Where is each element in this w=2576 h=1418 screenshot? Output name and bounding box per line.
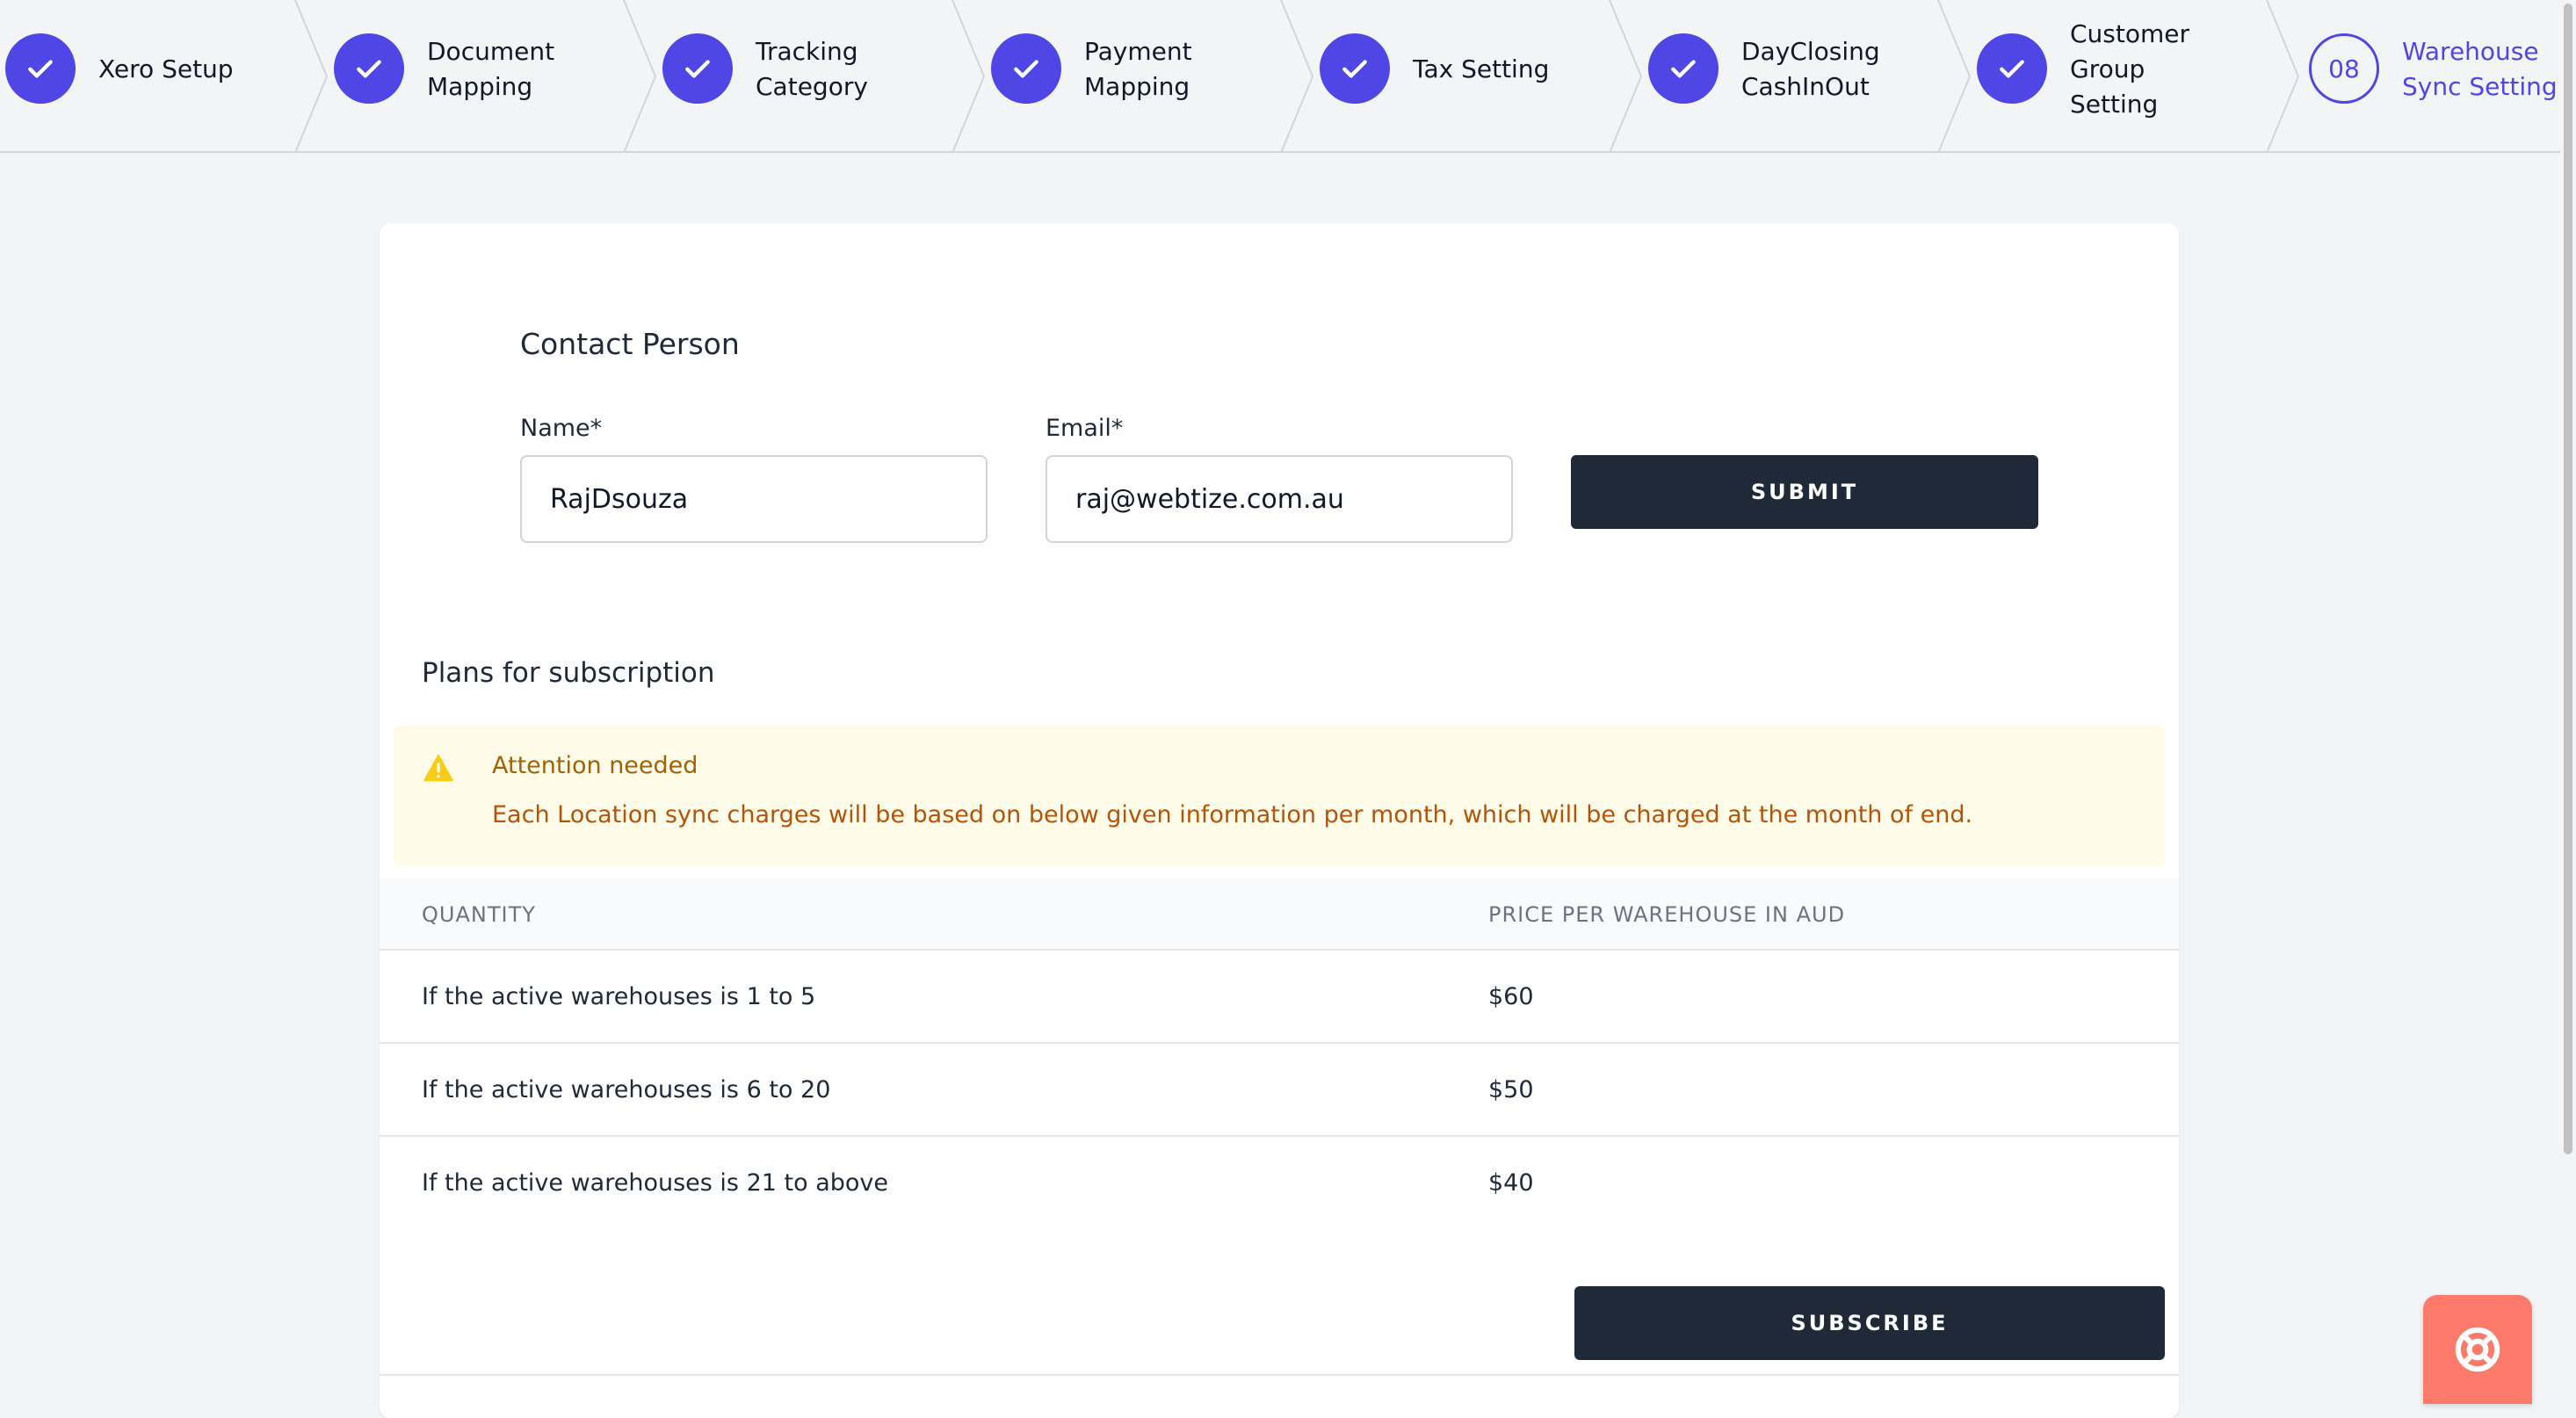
divider — [380, 1374, 2179, 1376]
name-label: Name* — [520, 415, 603, 442]
step-separator — [2266, 0, 2300, 153]
alert-message: Each Location sync charges will be based… — [492, 801, 1973, 828]
quantity-cell: If the active warehouses is 21 to above — [422, 1169, 888, 1197]
step-dayclosing-cashinout[interactable]: DayClosing CashInOut — [1643, 0, 1972, 153]
submit-button[interactable]: SUBMIT — [1571, 455, 2038, 529]
lifebuoy-icon — [2455, 1327, 2500, 1372]
price-cell: $40 — [1488, 1169, 1534, 1197]
email-input[interactable] — [1046, 455, 1513, 543]
alert-title: Attention needed — [492, 752, 698, 779]
scrollbar-thumb[interactable] — [2564, 4, 2572, 1154]
step-label: Xero Setup — [98, 54, 234, 83]
step-label: Tax Setting — [1413, 54, 1550, 83]
price-cell: $50 — [1488, 1076, 1534, 1103]
step-label: Payment Mapping — [1084, 37, 1192, 101]
contact-section-title: Contact Person — [520, 327, 740, 361]
step-separator — [1280, 0, 1314, 153]
progress-stepper: Xero Setup Document Mapping Tracking Cat… — [0, 0, 2576, 153]
header-quantity: QUANTITY — [422, 902, 536, 927]
step-tracking-category[interactable]: Tracking Category — [657, 0, 986, 153]
quantity-cell: If the active warehouses is 1 to 5 — [422, 983, 816, 1010]
step-separator — [1609, 0, 1643, 153]
check-icon — [1648, 33, 1719, 104]
plans-section-title: Plans for subscription — [422, 657, 715, 689]
subscribe-button[interactable]: SUBSCRIBE — [1574, 1286, 2165, 1360]
step-warehouse-sync-setting[interactable]: 08 Warehouse Sync Setting — [2304, 0, 2560, 151]
step-separator — [1937, 0, 1972, 153]
check-icon — [1977, 33, 2047, 104]
step-label: Warehouse Sync Setting — [2402, 37, 2558, 101]
step-label: Document Mapping — [427, 37, 555, 101]
table-header: QUANTITY PRICE PER WAREHOUSE IN AUD — [380, 879, 2179, 951]
check-icon — [5, 33, 76, 104]
step-payment-mapping[interactable]: Payment Mapping — [986, 0, 1314, 153]
table-row: If the active warehouses is 6 to 20 $50 — [380, 1044, 2179, 1137]
attention-alert: Attention needed Each Location sync char… — [394, 726, 2165, 866]
table-row: If the active warehouses is 1 to 5 $60 — [380, 951, 2179, 1044]
step-number: 08 — [2309, 33, 2379, 104]
help-button[interactable] — [2423, 1295, 2532, 1404]
check-icon — [1320, 33, 1390, 104]
step-tax-setting[interactable]: Tax Setting — [1314, 0, 1643, 153]
step-document-mapping[interactable]: Document Mapping — [329, 0, 657, 153]
step-label: Tracking Category — [756, 37, 868, 101]
check-icon — [662, 33, 733, 104]
table-row: If the active warehouses is 21 to above … — [380, 1137, 2179, 1230]
step-separator — [294, 0, 329, 153]
main-card: Contact Person Name* Email* SUBMIT Plans… — [380, 223, 2179, 1418]
warning-triangle-icon — [423, 754, 453, 782]
page-scrollbar[interactable] — [2560, 0, 2576, 1404]
header-price: PRICE PER WAREHOUSE IN AUD — [1488, 902, 1846, 927]
step-separator — [952, 0, 986, 153]
price-cell: $60 — [1488, 983, 1534, 1010]
step-customer-group-setting[interactable]: Customer Group Setting — [1972, 0, 2300, 153]
quantity-cell: If the active warehouses is 6 to 20 — [422, 1076, 831, 1103]
check-icon — [334, 33, 404, 104]
step-xero-setup[interactable]: Xero Setup — [0, 0, 329, 153]
name-input[interactable] — [520, 455, 988, 543]
step-label: DayClosing CashInOut — [1741, 37, 1880, 101]
check-icon — [991, 33, 1061, 104]
step-separator — [623, 0, 657, 153]
email-label: Email* — [1046, 415, 1124, 442]
step-label: Customer Group Setting — [2070, 19, 2190, 119]
